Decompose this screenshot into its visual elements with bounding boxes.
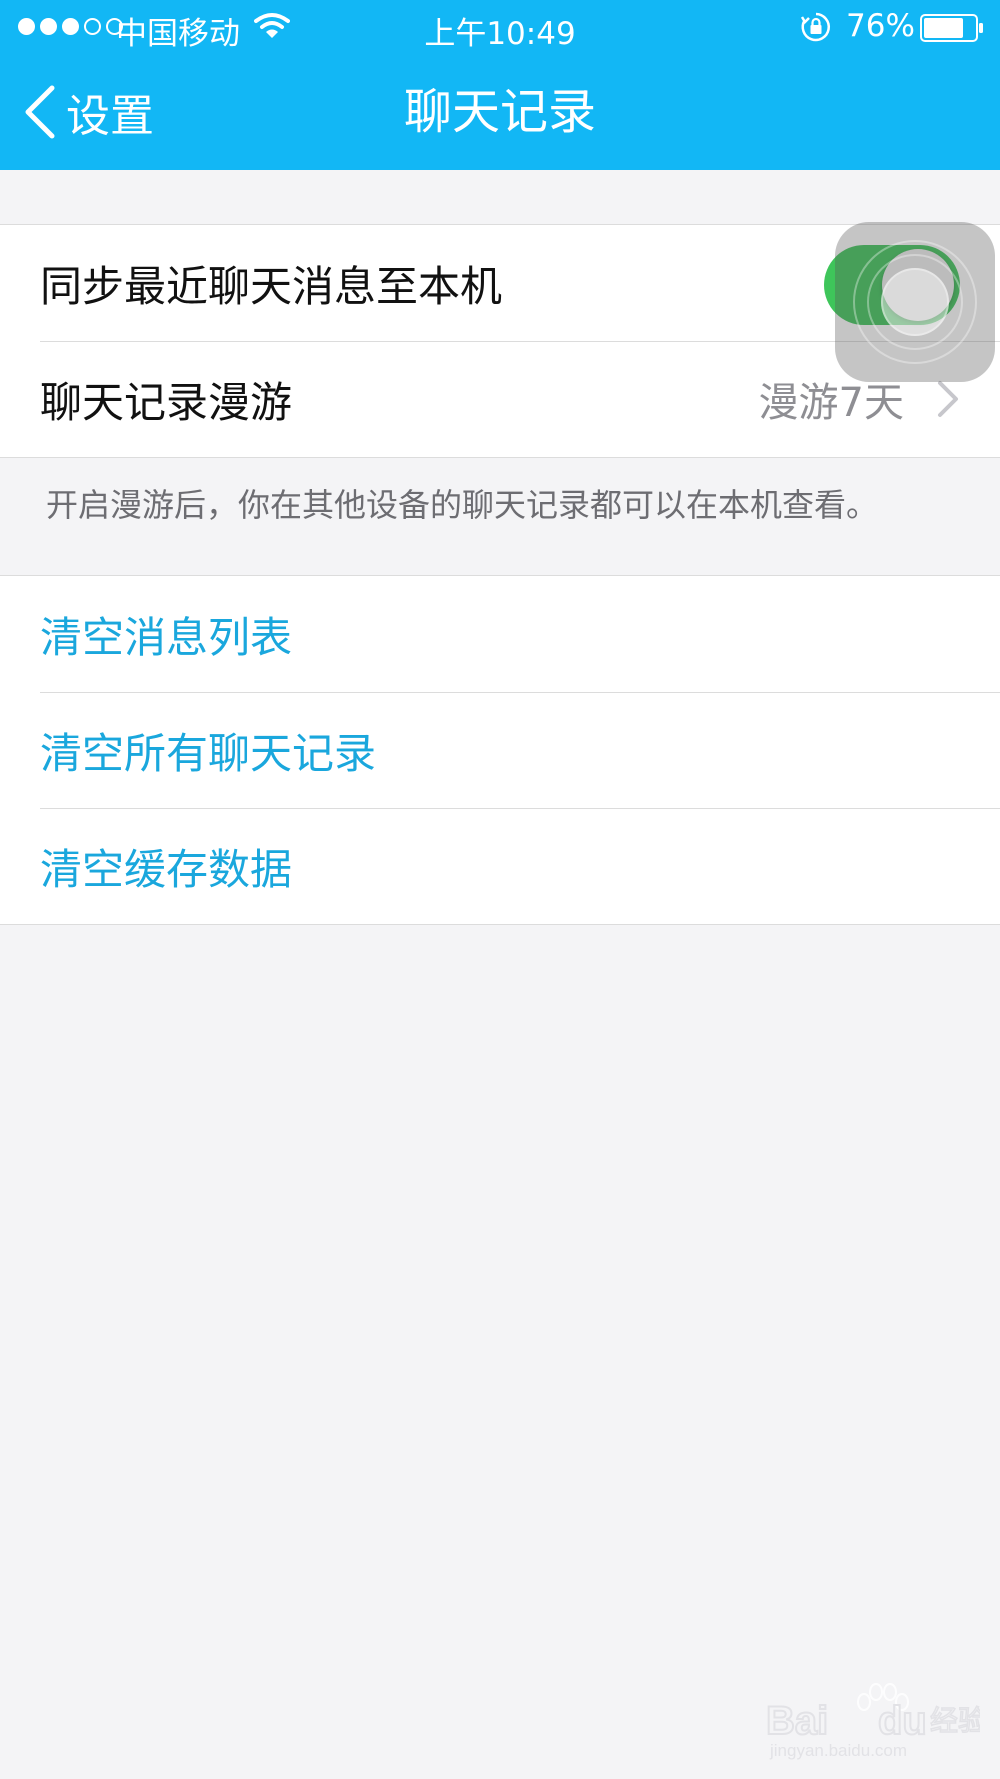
clear-cache-label: 清空缓存数据 (40, 844, 293, 894)
top-bar: 中国移动 上午10:49 76% 设置 聊天记录 (0, 0, 1000, 170)
rotation-lock-icon (800, 12, 830, 42)
assistive-touch-button[interactable] (835, 222, 995, 382)
battery-percent: 76% (846, 8, 915, 44)
roaming-footnote: 开启漫游后，你在其他设备的聊天记录都可以在本机查看。 (46, 486, 879, 524)
battery-icon (920, 14, 983, 42)
baidu-jingyan-watermark: Bai du 经验 jingyan.baidu.com (765, 1683, 980, 1760)
clear-message-list-button[interactable]: 清空消息列表 (0, 576, 1000, 692)
svg-text:du: du (878, 1699, 927, 1743)
clear-actions-group: 清空消息列表 清空所有聊天记录 清空缓存数据 (0, 575, 1000, 925)
sync-recent-messages-label: 同步最近聊天消息至本机 (40, 261, 503, 311)
clear-all-chat-history-label: 清空所有聊天记录 (40, 728, 377, 778)
clear-all-chat-history-button[interactable]: 清空所有聊天记录 (0, 692, 1000, 808)
svg-text:经验: 经验 (930, 1704, 980, 1737)
svg-text:jingyan.baidu.com: jingyan.baidu.com (769, 1741, 907, 1760)
chevron-right-icon (938, 381, 958, 417)
chat-roaming-label: 聊天记录漫游 (40, 377, 293, 427)
page-title: 聊天记录 (403, 84, 596, 140)
svg-text:Bai: Bai (766, 1699, 828, 1743)
clear-cache-button[interactable]: 清空缓存数据 (0, 808, 1000, 924)
assistive-touch-ring (881, 268, 949, 336)
clear-message-list-label: 清空消息列表 (40, 612, 293, 662)
status-bar: 中国移动 上午10:49 76% (0, 0, 1000, 54)
